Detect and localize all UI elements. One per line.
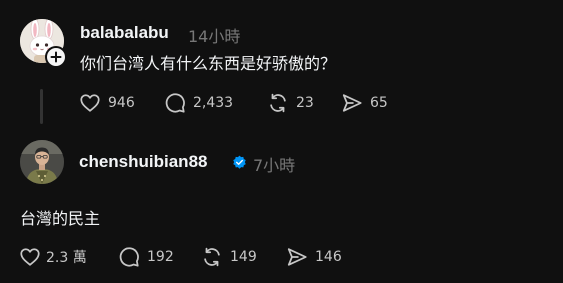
username[interactable]: balabalabu	[80, 23, 169, 43]
share-icon	[287, 248, 307, 266]
comment-icon	[119, 247, 139, 267]
like-button[interactable]: 2.3 萬	[19, 245, 87, 269]
like-count: 2.3 萬	[46, 250, 87, 266]
share-icon	[342, 94, 362, 112]
share-count: 146	[315, 249, 342, 265]
share-button[interactable]: 65	[341, 91, 388, 115]
repost-icon	[204, 247, 220, 267]
heart-icon	[20, 248, 40, 266]
repost-count: 149	[230, 249, 257, 265]
post-text: 台灣的民主	[20, 209, 101, 228]
comment-icon	[165, 93, 185, 113]
avatar[interactable]	[20, 140, 64, 184]
comment-button[interactable]: 192	[118, 245, 174, 269]
timestamp[interactable]: 7小時	[253, 152, 295, 176]
share-count: 65	[370, 95, 388, 111]
share-button[interactable]: 146	[286, 245, 342, 269]
comment-button[interactable]: 2,433	[164, 91, 233, 115]
repost-button[interactable]: 23	[267, 91, 314, 115]
plus-icon	[50, 51, 62, 63]
person-avatar-image	[20, 140, 64, 184]
repost-count: 23	[296, 95, 314, 111]
like-count: 946	[108, 95, 135, 111]
post-text: 你们台湾人有什么东西是好骄傲的？	[80, 54, 337, 73]
comment-count: 2,433	[193, 95, 234, 111]
follow-button[interactable]	[45, 46, 67, 68]
comment-count: 192	[147, 249, 174, 265]
username[interactable]: chenshuibian88	[79, 152, 207, 172]
timestamp[interactable]: 14小時	[188, 23, 240, 47]
repost-icon	[270, 93, 286, 113]
repost-button[interactable]: 149	[201, 245, 257, 269]
heart-icon	[80, 94, 100, 112]
thread-line	[40, 89, 43, 124]
like-button[interactable]: 946	[79, 91, 135, 115]
verified-icon	[233, 155, 246, 169]
